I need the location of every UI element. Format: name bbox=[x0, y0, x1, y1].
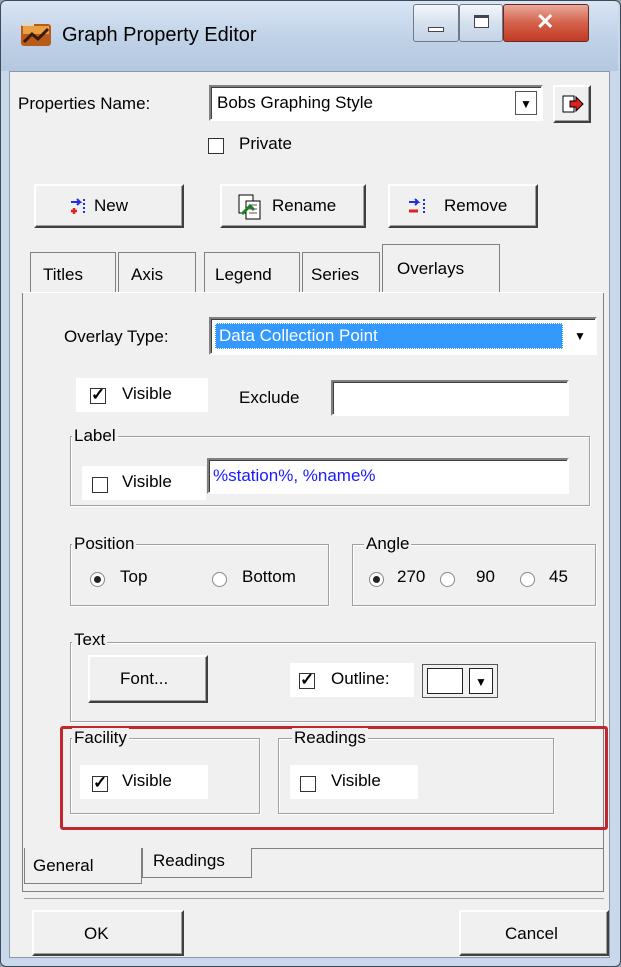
cancel-button[interactable]: Cancel bbox=[459, 910, 609, 956]
close-button[interactable]: ✕ bbox=[503, 4, 589, 42]
new-button-label: New bbox=[94, 196, 129, 215]
properties-name-label: Properties Name: bbox=[18, 94, 151, 113]
label-group-title: Label bbox=[72, 426, 118, 446]
readings-visible-checkbox[interactable] bbox=[300, 776, 316, 792]
angle-45-label: 45 bbox=[549, 567, 568, 586]
exclude-input[interactable] bbox=[331, 380, 569, 416]
angle-group-title: Angle bbox=[364, 534, 412, 554]
readings-visible-label: Visible bbox=[331, 771, 381, 790]
sub-tab-general[interactable]: General bbox=[24, 848, 142, 884]
app-icon bbox=[20, 20, 52, 50]
tab-overlays[interactable]: Overlays bbox=[382, 244, 500, 294]
outline-label: Outline: bbox=[331, 669, 390, 688]
outline-checkbox[interactable] bbox=[299, 670, 315, 690]
angle-270-radio[interactable] bbox=[369, 572, 384, 587]
font-button[interactable]: Font... bbox=[88, 655, 208, 703]
window-title: Graph Property Editor bbox=[62, 24, 257, 46]
angle-90-radio[interactable] bbox=[440, 572, 455, 587]
position-top-radio[interactable] bbox=[90, 572, 105, 587]
tab-titles[interactable]: Titles bbox=[30, 252, 116, 292]
close-icon: ✕ bbox=[536, 9, 555, 34]
outline-color-picker[interactable]: ▼ bbox=[422, 664, 498, 698]
tab-page-top-edge bbox=[22, 292, 382, 293]
exclude-label: Exclude bbox=[239, 388, 300, 407]
rename-button-label: Rename bbox=[272, 196, 337, 215]
minimize-icon bbox=[428, 27, 444, 32]
facility-group-title: Facility bbox=[72, 728, 129, 748]
angle-90-label: 90 bbox=[476, 567, 495, 586]
position-bottom-radio[interactable] bbox=[212, 572, 227, 587]
position-group-title: Position bbox=[72, 534, 137, 554]
sub-tab-readings[interactable]: Readings bbox=[142, 848, 252, 878]
ok-button-label: OK bbox=[84, 924, 109, 943]
remove-item-icon bbox=[409, 198, 425, 215]
properties-name-value: Bobs Graphing Style bbox=[217, 93, 373, 112]
rename-icon bbox=[238, 194, 261, 220]
overlay-type-value: Data Collection Point bbox=[219, 326, 378, 345]
tab-legend[interactable]: Legend bbox=[204, 252, 300, 292]
angle-45-radio[interactable] bbox=[520, 572, 535, 587]
maximize-icon bbox=[474, 15, 489, 28]
maximize-button[interactable] bbox=[459, 4, 503, 42]
tab-page-top-edge-right bbox=[500, 292, 604, 293]
font-button-label: Font... bbox=[120, 669, 169, 688]
overlay-visible-checkbox[interactable] bbox=[90, 385, 106, 405]
outline-color-swatch bbox=[427, 668, 463, 694]
cancel-button-label: Cancel bbox=[505, 924, 558, 943]
private-checkbox[interactable] bbox=[208, 138, 224, 154]
facility-visible-checkbox[interactable] bbox=[92, 773, 108, 793]
position-bottom-label: Bottom bbox=[242, 567, 296, 586]
tab-titles-label: Titles bbox=[43, 265, 83, 284]
position-top-label: Top bbox=[120, 567, 148, 586]
properties-name-select[interactable]: Bobs Graphing Style ▼ bbox=[209, 85, 543, 121]
chevron-down-icon: ▼ bbox=[469, 668, 493, 694]
footer-divider bbox=[24, 898, 604, 899]
angle-270-label: 270 bbox=[397, 567, 426, 586]
chevron-down-icon[interactable]: ▼ bbox=[515, 91, 537, 115]
new-item-icon bbox=[71, 198, 85, 215]
ok-button[interactable]: OK bbox=[32, 910, 184, 956]
label-visible-label: Visible bbox=[122, 472, 172, 491]
chevron-down-icon[interactable]: ▼ bbox=[567, 321, 593, 351]
tab-legend-label: Legend bbox=[215, 265, 272, 284]
facility-visible-label: Visible bbox=[122, 771, 172, 790]
tab-series-label: Series bbox=[311, 265, 360, 284]
sub-tab-general-label: General bbox=[33, 856, 94, 875]
label-format-value: %station%, %name% bbox=[213, 466, 376, 485]
sub-tab-readings-label: Readings bbox=[153, 851, 225, 870]
new-button[interactable]: New bbox=[34, 184, 184, 228]
export-arrow-icon bbox=[562, 95, 584, 113]
tab-overlays-label: Overlays bbox=[397, 259, 465, 278]
text-group-title: Text bbox=[72, 630, 108, 650]
export-button[interactable] bbox=[553, 85, 591, 123]
overlay-visible-label: Visible bbox=[122, 384, 172, 403]
private-label: Private bbox=[239, 134, 292, 153]
label-visible-checkbox[interactable] bbox=[92, 477, 108, 493]
tab-axis-label: Axis bbox=[131, 265, 164, 284]
overlay-type-label: Overlay Type: bbox=[64, 327, 169, 346]
remove-button[interactable]: Remove bbox=[388, 184, 538, 228]
overlay-type-select[interactable]: Data Collection Point ▼ bbox=[209, 317, 597, 355]
remove-button-label: Remove bbox=[444, 196, 508, 215]
label-format-input[interactable]: %station%, %name% bbox=[207, 458, 569, 494]
tab-axis[interactable]: Axis bbox=[118, 252, 196, 292]
tab-series[interactable]: Series bbox=[302, 252, 380, 292]
readings-group-title: Readings bbox=[292, 728, 368, 748]
minimize-button[interactable] bbox=[413, 4, 459, 42]
rename-button[interactable]: Rename bbox=[220, 184, 366, 228]
